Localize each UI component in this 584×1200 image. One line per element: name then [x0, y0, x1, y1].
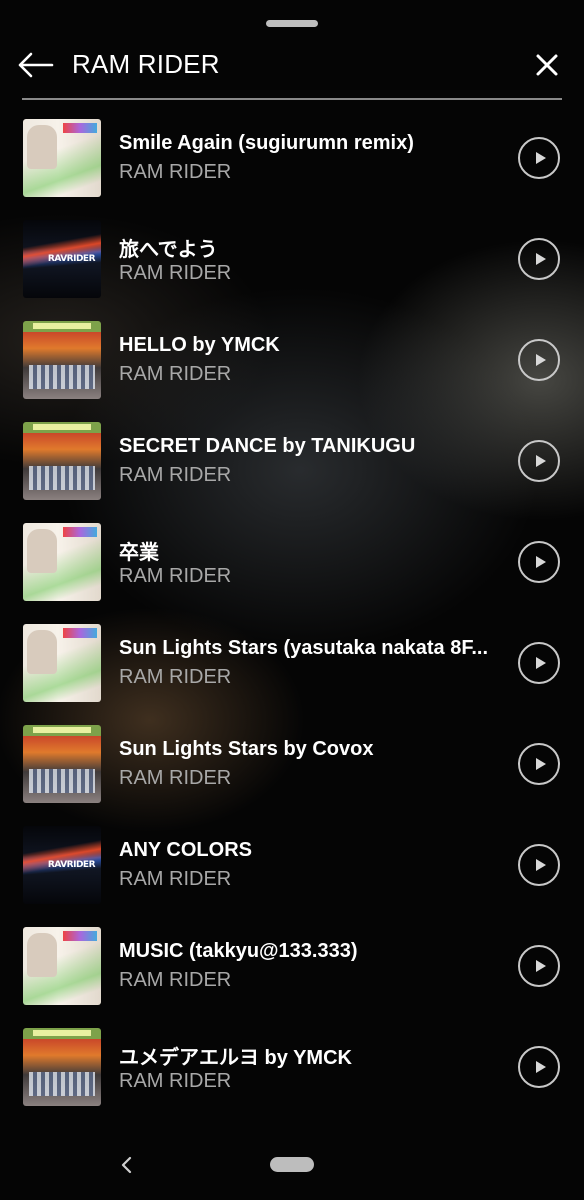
- nav-back-button[interactable]: [112, 1150, 142, 1180]
- track-row[interactable]: Sun Lights Stars by Covox RAM RIDER: [0, 712, 584, 813]
- play-button[interactable]: [518, 743, 560, 785]
- home-pill[interactable]: [270, 1157, 314, 1172]
- play-icon: [535, 556, 546, 568]
- album-art: [23, 826, 101, 904]
- chevron-left-icon: [121, 1156, 132, 1174]
- album-art: [23, 927, 101, 1005]
- track-artist: RAM RIDER: [119, 1070, 232, 1092]
- album-art: [23, 422, 101, 500]
- play-button[interactable]: [518, 541, 560, 583]
- track-artist: RAM RIDER: [119, 161, 232, 183]
- track-artist: RAM RIDER: [119, 969, 232, 991]
- play-icon: [535, 455, 546, 467]
- play-icon: [535, 152, 546, 164]
- track-artist: RAM RIDER: [119, 666, 232, 688]
- search-results-sheet: RAM RIDER Smile Again (sugiurumn remix) …: [0, 0, 584, 1200]
- track-row[interactable]: 旅へでよう RAM RIDER: [0, 207, 584, 308]
- track-title: Sun Lights Stars (yasutaka nakata 8F...: [119, 637, 489, 659]
- track-row[interactable]: HELLO by YMCK RAM RIDER: [0, 308, 584, 409]
- track-list: Smile Again (sugiurumn remix) RAM RIDER …: [0, 106, 584, 1116]
- play-icon: [535, 758, 546, 770]
- back-button[interactable]: [14, 46, 56, 84]
- track-row[interactable]: ANY COLORS RAM RIDER: [0, 813, 584, 914]
- track-title: SECRET DANCE by TANIKUGU: [119, 435, 416, 457]
- close-button[interactable]: [530, 48, 564, 82]
- track-artist: RAM RIDER: [119, 363, 232, 385]
- track-title: 旅へでよう: [119, 239, 218, 261]
- track-row[interactable]: Sun Lights Stars (yasutaka nakata 8F... …: [0, 611, 584, 712]
- header: RAM RIDER: [0, 40, 584, 90]
- system-nav-bar: [0, 1138, 584, 1200]
- track-title: ANY COLORS: [119, 839, 252, 861]
- track-title: HELLO by YMCK: [119, 334, 280, 356]
- track-artist: RAM RIDER: [119, 464, 232, 486]
- track-title: Smile Again (sugiurumn remix): [119, 132, 414, 154]
- track-row[interactable]: SECRET DANCE by TANIKUGU RAM RIDER: [0, 409, 584, 510]
- album-art: [23, 624, 101, 702]
- track-title: Sun Lights Stars by Covox: [119, 738, 374, 760]
- play-icon: [535, 960, 546, 972]
- track-row[interactable]: ユメデアエルヨ by YMCK RAM RIDER: [0, 1015, 584, 1116]
- header-divider: [22, 98, 562, 100]
- play-button[interactable]: [518, 945, 560, 987]
- album-art: [23, 321, 101, 399]
- track-title: ユメデアエルヨ by YMCK: [119, 1047, 352, 1069]
- play-button[interactable]: [518, 440, 560, 482]
- track-row[interactable]: 卒業 RAM RIDER: [0, 510, 584, 611]
- track-row[interactable]: MUSIC (takkyu@133.333) RAM RIDER: [0, 914, 584, 1015]
- track-title: 卒業: [119, 542, 159, 564]
- play-button[interactable]: [518, 137, 560, 179]
- play-icon: [535, 354, 546, 366]
- album-art: [23, 523, 101, 601]
- play-button[interactable]: [518, 339, 560, 381]
- drag-handle[interactable]: [266, 20, 318, 27]
- play-button[interactable]: [518, 1046, 560, 1088]
- play-icon: [535, 859, 546, 871]
- album-art: [23, 220, 101, 298]
- album-art: [23, 119, 101, 197]
- page-title: RAM RIDER: [72, 49, 220, 79]
- play-button[interactable]: [518, 238, 560, 280]
- track-artist: RAM RIDER: [119, 262, 232, 284]
- album-art: [23, 1028, 101, 1106]
- play-button[interactable]: [518, 642, 560, 684]
- track-artist: RAM RIDER: [119, 767, 232, 789]
- play-icon: [535, 657, 546, 669]
- arrow-left-icon: [18, 52, 54, 78]
- album-art: [23, 725, 101, 803]
- play-button[interactable]: [518, 844, 560, 886]
- play-icon: [535, 253, 546, 265]
- track-row[interactable]: Smile Again (sugiurumn remix) RAM RIDER: [0, 106, 584, 207]
- track-artist: RAM RIDER: [119, 565, 232, 587]
- track-title: MUSIC (takkyu@133.333): [119, 940, 358, 962]
- track-artist: RAM RIDER: [119, 868, 232, 890]
- close-icon: [536, 54, 558, 76]
- play-icon: [535, 1061, 546, 1073]
